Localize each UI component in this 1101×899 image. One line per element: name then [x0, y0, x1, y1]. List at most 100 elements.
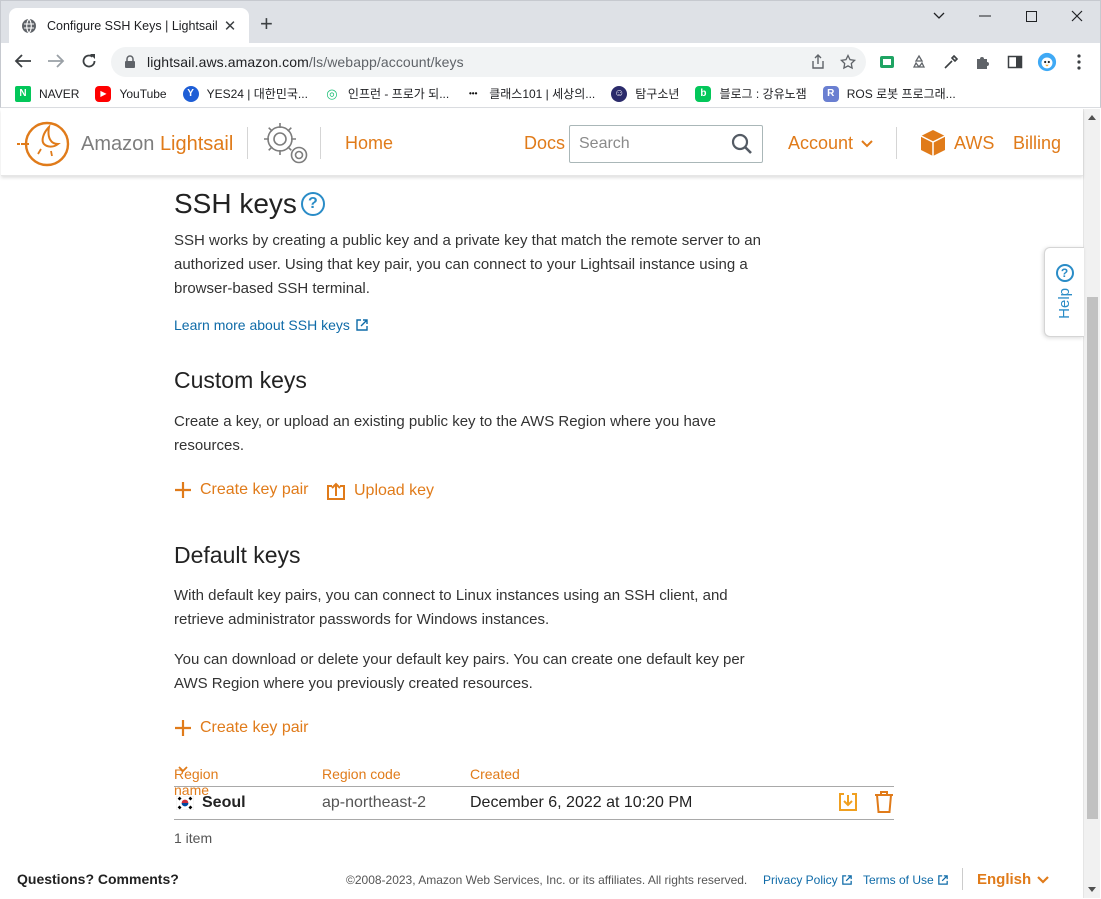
bookmark-label: 탐구소년 [635, 87, 680, 101]
create-default-key-pair-button[interactable]: Create key pair [174, 719, 309, 737]
browser-tab[interactable]: Configure SSH Keys | Lightsail ✕ [9, 8, 249, 44]
chevron-down-icon[interactable] [916, 1, 962, 31]
naver-icon: N [15, 85, 31, 102]
bookmark-blog[interactable]: b 블로그 : 강유노잼 [695, 85, 807, 102]
window-controls [916, 1, 1100, 31]
forward-arrow-icon[interactable] [46, 51, 66, 71]
lightsail-logo[interactable]: Amazon Lightsail [17, 121, 233, 167]
col-region-name[interactable]: Region name [174, 766, 218, 798]
language-selector[interactable]: English [977, 871, 1049, 888]
docs-link[interactable]: Docs [524, 133, 565, 154]
col-created: Created [470, 766, 520, 782]
bookmark-label: ROS 로봇 프로그래... [846, 87, 956, 101]
korea-flag-icon [176, 796, 194, 810]
share-icon[interactable] [810, 54, 826, 70]
bookmark-label: NAVER [39, 86, 80, 101]
questions-comments-link[interactable]: Questions? Comments? [17, 871, 179, 887]
extension-green-icon[interactable] [877, 52, 897, 72]
trash-icon[interactable] [874, 791, 894, 813]
search-field[interactable] [569, 125, 763, 163]
upload-icon [327, 482, 345, 500]
bookmark-naver[interactable]: N NAVER [15, 85, 80, 102]
scroll-up-arrow-icon[interactable] [1088, 115, 1096, 120]
default-keys-actions: Create key pair [174, 719, 374, 743]
scroll-down-arrow-icon[interactable] [1088, 887, 1096, 892]
page-scrollbar[interactable] [1083, 109, 1100, 898]
maximize-icon[interactable] [1008, 1, 1054, 31]
bookmark-yes24[interactable]: Y YES24 | 대한민국... [182, 85, 308, 102]
puzzle-icon[interactable] [973, 52, 993, 72]
privacy-policy-label: Privacy Policy [763, 873, 838, 887]
yes24-icon: Y [182, 85, 199, 102]
logo-prefix: Amazon [81, 132, 160, 155]
privacy-policy-link[interactable]: Privacy Policy [763, 873, 852, 887]
default-keys-desc-2: You can download or delete your default … [174, 651, 745, 692]
create-default-key-pair-label: Create key pair [200, 719, 309, 736]
bookmarks-bar: N NAVER ▶ YouTube Y YES24 | 대한민국... ◎ 인프런 - … [0, 80, 1101, 108]
bookmark-label: 인프런 - 프로가 되... [347, 87, 450, 101]
class101-icon: ••• [465, 85, 482, 102]
create-key-pair-button[interactable]: Create key pair [174, 481, 309, 499]
region-code-cell: ap-northeast-2 [322, 794, 427, 811]
bookmark-label: 클래스101 | 세상의... [489, 87, 596, 101]
recycle-icon[interactable] [909, 52, 929, 72]
footer-divider [962, 868, 963, 890]
help-question-icon[interactable]: ? [300, 192, 325, 216]
close-window-icon[interactable] [1054, 1, 1100, 31]
external-link-icon [841, 875, 852, 885]
minimize-icon[interactable] [962, 1, 1008, 31]
lightsail-logo-icon [17, 121, 70, 167]
profile-avatar[interactable] [1037, 52, 1057, 72]
eyedropper-icon[interactable] [941, 52, 961, 72]
bookmark-ros[interactable]: R ROS 로봇 프로그래... [822, 85, 956, 102]
bookmark-star-icon[interactable] [840, 54, 856, 70]
globe-icon [22, 18, 36, 34]
created-cell: December 6, 2022 at 10:20 PM [470, 794, 693, 811]
download-icon[interactable] [838, 792, 858, 812]
robot-icon: R [822, 85, 839, 102]
more-menu-icon[interactable] [1069, 52, 1089, 72]
search-icon[interactable] [731, 133, 753, 155]
bookmark-class101[interactable]: ••• 클래스101 | 세상의... [465, 85, 595, 102]
settings-gears-icon[interactable] [261, 120, 311, 171]
upload-key-button[interactable]: Upload key [326, 481, 434, 501]
keys-table-header: Region name Region code Created [174, 766, 894, 798]
aws-cube-icon [920, 130, 946, 156]
help-panel-tab[interactable]: ? Help [1044, 247, 1084, 337]
reload-icon[interactable] [79, 51, 99, 71]
terms-of-use-link[interactable]: Terms of Use [863, 873, 948, 887]
bookmark-inflearn[interactable]: ◎ 인프런 - 프로가 되... [323, 85, 450, 102]
new-tab-icon[interactable]: + [260, 13, 273, 35]
create-key-pair-label: Create key pair [200, 481, 309, 498]
aws-label: AWS [954, 132, 995, 153]
learn-more-link[interactable]: Learn more about SSH keys [174, 317, 368, 333]
address-bar[interactable]: lightsail.aws.amazon.com/ls/webapp/accou… [111, 47, 866, 77]
billing-link[interactable]: Billing [1013, 133, 1061, 154]
plus-icon [175, 720, 191, 736]
scrollbar-thumb[interactable] [1087, 297, 1098, 819]
inflearn-icon: ◎ [323, 85, 340, 102]
back-arrow-icon[interactable] [13, 51, 33, 71]
browser-toolbar: lightsail.aws.amazon.com/ls/webapp/accou… [0, 43, 1101, 80]
custom-keys-actions: Create key pair Upload key [174, 481, 574, 505]
header-divider [896, 127, 897, 159]
table-row: Seoul ap-northeast-2 December 6, 2022 at… [174, 786, 894, 820]
region-name-cell: Seoul [202, 794, 246, 811]
account-label: Account [788, 133, 854, 153]
account-menu[interactable]: Account [788, 133, 873, 154]
search-input[interactable] [579, 135, 729, 153]
col-region-code: Region code [322, 766, 401, 782]
home-link[interactable]: Home [345, 133, 393, 154]
bookmark-tamgu[interactable]: ☺ 탐구소년 [611, 85, 679, 102]
tab-title: Configure SSH Keys | Lightsail [47, 19, 218, 33]
blog-icon: b [695, 85, 712, 102]
bookmark-label: 블로그 : 강유노잼 [719, 87, 807, 101]
header-divider [247, 127, 248, 159]
close-tab-icon[interactable]: ✕ [221, 17, 239, 35]
custom-keys-desc: Create a key, or upload an existing publ… [174, 413, 716, 454]
side-panel-icon[interactable] [1005, 52, 1025, 72]
lock-icon [125, 55, 135, 68]
bookmark-youtube[interactable]: ▶ YouTube [95, 85, 167, 102]
aws-link[interactable]: AWS [920, 129, 994, 157]
terms-of-use-label: Terms of Use [863, 873, 934, 887]
